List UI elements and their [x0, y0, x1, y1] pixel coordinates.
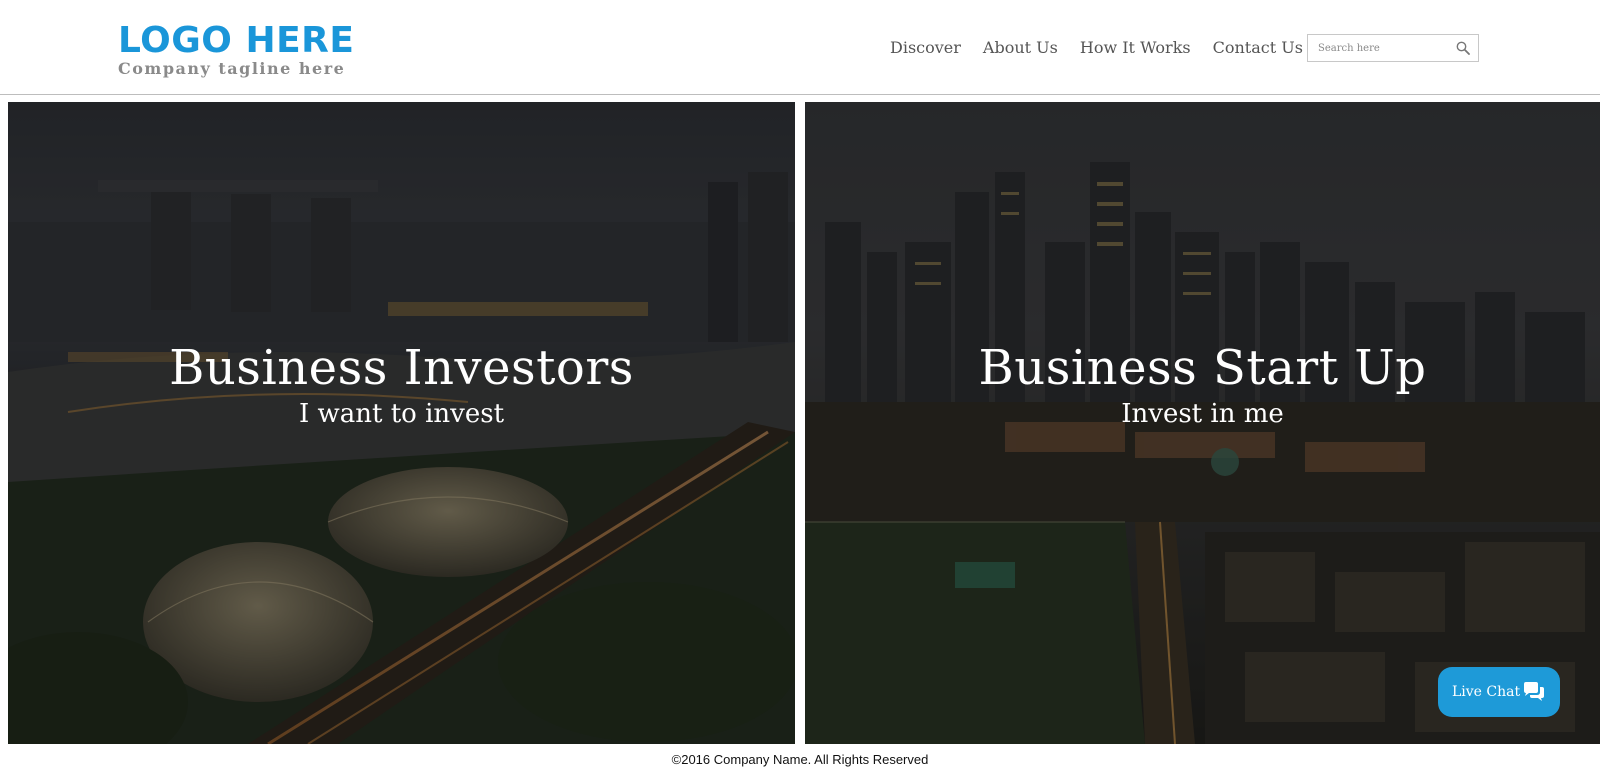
- nav-item-how-it-works[interactable]: How It Works: [1080, 38, 1191, 58]
- logo[interactable]: LOGO HERE Company tagline here: [118, 22, 354, 78]
- nav-item-contact-us[interactable]: Contact Us: [1213, 38, 1303, 58]
- logo-text: LOGO HERE: [118, 20, 355, 61]
- live-chat-label: Live Chat: [1452, 684, 1521, 700]
- panel-caption: Business Start Up Invest in me: [805, 340, 1600, 430]
- startup-panel[interactable]: Business Start Up Invest in me: [805, 102, 1600, 744]
- main-nav: Discover About Us How It Works Contact U…: [890, 38, 1325, 58]
- nav-item-discover[interactable]: Discover: [890, 38, 961, 58]
- investors-panel[interactable]: Business Investors I want to invest: [8, 102, 795, 744]
- nav-item-about-us[interactable]: About Us: [983, 38, 1058, 58]
- panel-title-investors[interactable]: Business Investors: [8, 340, 795, 396]
- search-icon[interactable]: [1456, 41, 1470, 55]
- panel-subtitle-startup[interactable]: Invest in me: [805, 398, 1600, 430]
- panel-subtitle-investors[interactable]: I want to invest: [8, 398, 795, 430]
- copyright-text: ©2016 Company Name. All Rights Reserved: [671, 752, 929, 767]
- live-chat-button[interactable]: Live Chat: [1438, 667, 1560, 717]
- chat-bubbles-icon: [1524, 682, 1544, 701]
- site-footer: ©2016 Company Name. All Rights Reserved: [0, 752, 1600, 767]
- site-header: LOGO HERE Company tagline here Discover …: [0, 0, 1600, 95]
- panel-caption: Business Investors I want to invest: [8, 340, 795, 430]
- search-input[interactable]: [1308, 35, 1448, 61]
- panel-title-startup[interactable]: Business Start Up: [805, 340, 1600, 396]
- company-tagline: Company tagline here: [118, 59, 346, 78]
- search-box: [1307, 34, 1479, 62]
